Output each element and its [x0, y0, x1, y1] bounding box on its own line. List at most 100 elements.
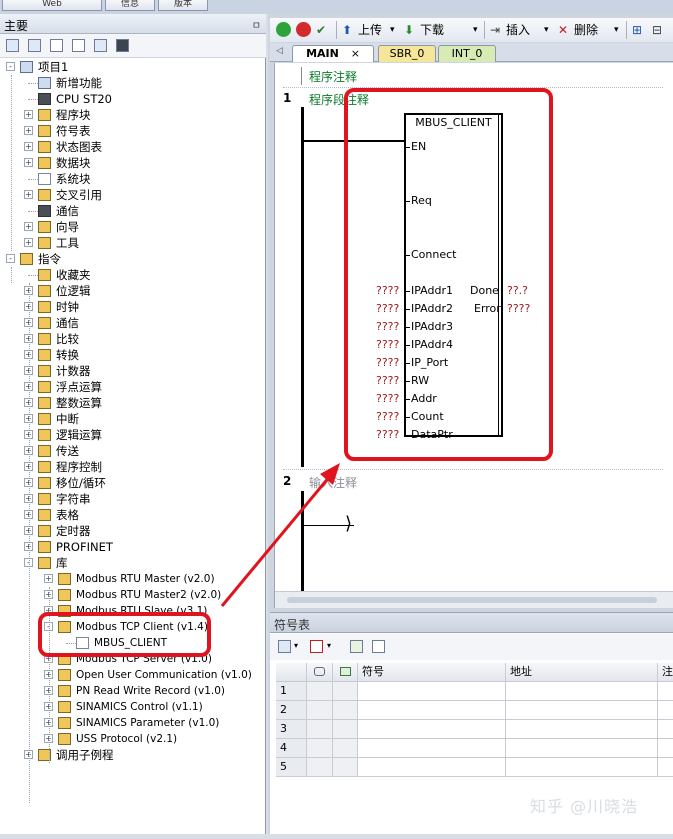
- tree-item[interactable]: - 指令: [0, 251, 266, 267]
- upload-button[interactable]: 上传: [358, 21, 382, 39]
- tab-sbr0[interactable]: SBR_0: [378, 45, 436, 62]
- table-cell[interactable]: [333, 701, 358, 720]
- tree-item[interactable]: + 计数器: [0, 363, 266, 379]
- tree-item[interactable]: + PROFINET: [0, 539, 266, 555]
- tree-item[interactable]: + 交叉引用: [0, 187, 266, 203]
- table-cell[interactable]: [358, 739, 506, 758]
- expand-icon[interactable]: +: [24, 158, 33, 167]
- tree-item[interactable]: 新增功能: [0, 75, 266, 91]
- stop-icon[interactable]: [296, 22, 311, 37]
- document-icon[interactable]: [72, 39, 85, 52]
- table-cell[interactable]: [506, 720, 658, 739]
- monitor-icon[interactable]: [116, 39, 129, 52]
- list-view-icon[interactable]: [94, 39, 107, 52]
- tree-item[interactable]: + 状态图表: [0, 139, 266, 155]
- tree-item[interactable]: + PN Read Write Record (v1.0): [0, 683, 266, 699]
- tree-item[interactable]: + 程序块: [0, 107, 266, 123]
- tree-item[interactable]: + 转换: [0, 347, 266, 363]
- more-tools-icon[interactable]: ⊟: [652, 21, 662, 39]
- tree-item[interactable]: -库: [0, 555, 266, 571]
- network-comment[interactable]: 输入注释: [309, 474, 357, 491]
- tab-main[interactable]: MAIN ×: [292, 45, 374, 62]
- column-header-comment[interactable]: 注: [658, 663, 673, 682]
- expand-icon[interactable]: +: [24, 222, 33, 231]
- tree-item[interactable]: + 整数运算: [0, 395, 266, 411]
- tree-item[interactable]: - 项目1: [0, 59, 266, 75]
- rung-arrow-icon[interactable]: ⟩: [345, 514, 352, 534]
- table-cell[interactable]: [333, 682, 358, 701]
- program-comment[interactable]: 程序注释: [309, 68, 357, 85]
- network-icon[interactable]: ⊞: [632, 21, 642, 39]
- apply-icon[interactable]: [372, 640, 385, 653]
- grid-view-icon[interactable]: [28, 39, 41, 52]
- tree-item[interactable]: CPU ST20: [0, 91, 266, 107]
- tree-item[interactable]: + 向导: [0, 219, 266, 235]
- ribbon-tab-version[interactable]: 版本: [158, 0, 208, 11]
- symbol-grid[interactable]: 符号 地址注 1 2 3 4 5: [276, 663, 673, 779]
- tree-item[interactable]: + 中断: [0, 411, 266, 427]
- chevron-down-icon[interactable]: ▾: [473, 21, 478, 39]
- table-cell[interactable]: [506, 701, 658, 720]
- table-cell[interactable]: [307, 758, 333, 777]
- run-icon[interactable]: [276, 22, 291, 37]
- compile-icon[interactable]: ✔: [316, 21, 326, 39]
- delete-button[interactable]: 删除: [574, 21, 598, 39]
- table-cell[interactable]: [358, 701, 506, 720]
- tree-item[interactable]: + Modbus RTU Master (v2.0): [0, 571, 266, 587]
- tree-item[interactable]: + 程序控制: [0, 459, 266, 475]
- chevron-down-icon[interactable]: ▾: [294, 641, 298, 650]
- tree-item[interactable]: + 字符串: [0, 491, 266, 507]
- table-cell[interactable]: [506, 682, 658, 701]
- table-cell[interactable]: [307, 739, 333, 758]
- tree-item[interactable]: + Open User Communication (v1.0): [0, 667, 266, 683]
- column-header-info[interactable]: [307, 663, 333, 682]
- expand-icon[interactable]: +: [24, 126, 33, 135]
- column-header-status[interactable]: [333, 663, 358, 682]
- tree-item[interactable]: + 工具: [0, 235, 266, 251]
- tree-item[interactable]: + 调用子例程: [0, 747, 266, 763]
- tree-item[interactable]: + 时钟: [0, 299, 266, 315]
- download-button[interactable]: 下载: [420, 21, 444, 39]
- tree-item[interactable]: + SINAMICS Control (v1.1): [0, 699, 266, 715]
- table-cell[interactable]: [307, 682, 333, 701]
- expand-icon[interactable]: +: [24, 110, 33, 119]
- table-cell[interactable]: [307, 701, 333, 720]
- expand-icon[interactable]: +: [24, 142, 33, 151]
- table-cell[interactable]: [333, 739, 358, 758]
- table-cell[interactable]: [506, 739, 658, 758]
- table-cell[interactable]: [506, 758, 658, 777]
- table-cell[interactable]: [307, 720, 333, 739]
- column-header-address[interactable]: 地址: [506, 663, 658, 682]
- close-icon[interactable]: ×: [351, 47, 360, 60]
- tree-item[interactable]: + 位逻辑: [0, 283, 266, 299]
- tree-item[interactable]: + 符号表: [0, 123, 266, 139]
- expand-icon[interactable]: +: [24, 190, 33, 199]
- tab-int0[interactable]: INT_0: [438, 45, 496, 62]
- tree-item[interactable]: 通信: [0, 203, 266, 219]
- tree-item[interactable]: + SINAMICS Parameter (v1.0): [0, 715, 266, 731]
- insert-button[interactable]: 插入: [506, 21, 530, 39]
- table-cell[interactable]: [658, 758, 673, 777]
- chevron-down-icon[interactable]: ▾: [544, 21, 549, 39]
- ribbon-tab-info[interactable]: 信息: [105, 0, 155, 11]
- table-cell[interactable]: [658, 739, 673, 758]
- tree-item[interactable]: + 移位/循环: [0, 475, 266, 491]
- chevron-down-icon[interactable]: ▾: [327, 641, 331, 650]
- horizontal-scrollbar[interactable]: [275, 591, 673, 608]
- tree-item[interactable]: + 逻辑运算: [0, 427, 266, 443]
- tree-item[interactable]: + 传送: [0, 443, 266, 459]
- tree-item[interactable]: + Modbus RTU Master2 (v2.0): [0, 587, 266, 603]
- ribbon-tab-web[interactable]: Web: [2, 0, 102, 11]
- chevron-down-icon[interactable]: ▾: [614, 21, 619, 39]
- tree-item[interactable]: + USS Protocol (v2.1): [0, 731, 266, 747]
- tree-item[interactable]: + 表格: [0, 507, 266, 523]
- tree-item[interactable]: + 浮点运算: [0, 379, 266, 395]
- table-cell[interactable]: [358, 758, 506, 777]
- chevron-down-icon[interactable]: ▾: [390, 21, 395, 39]
- table-cell[interactable]: [358, 720, 506, 739]
- table-cell[interactable]: [658, 701, 673, 720]
- expand-icon[interactable]: +: [24, 238, 33, 247]
- column-header-symbol[interactable]: 符号: [358, 663, 506, 682]
- scroll-left-icon[interactable]: ◁: [276, 46, 283, 56]
- view-icon[interactable]: [6, 39, 19, 52]
